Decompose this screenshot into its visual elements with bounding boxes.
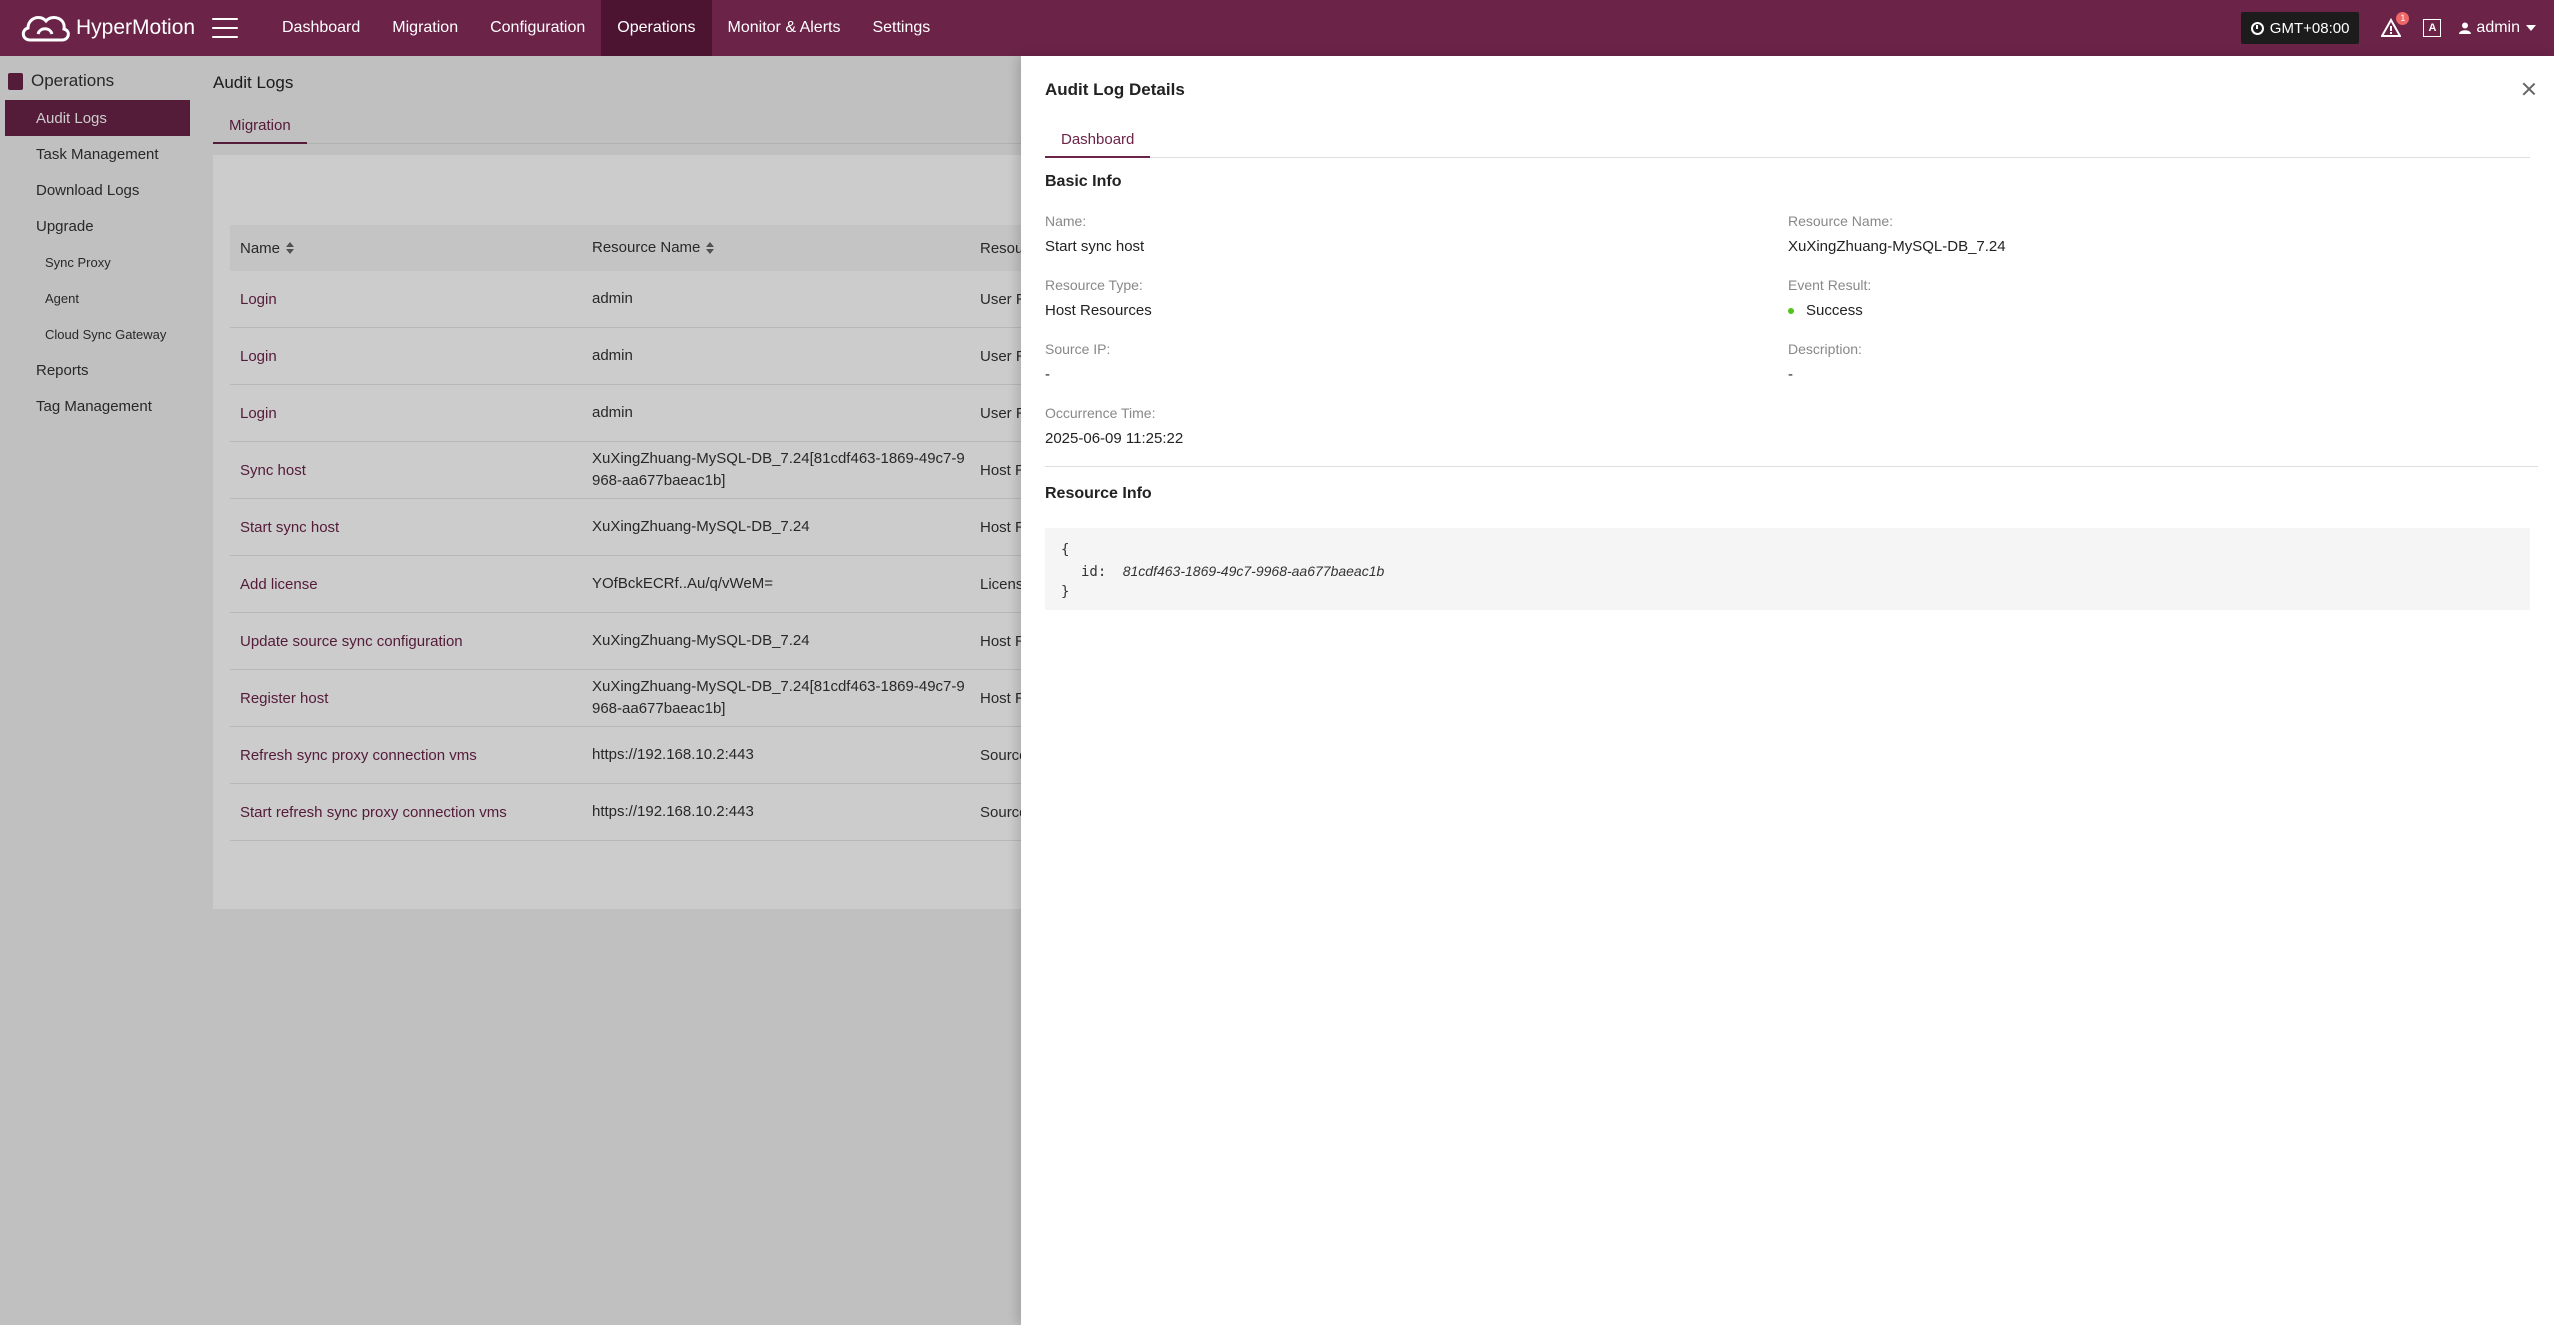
resource-name-value: XuXingZhuang-MySQL-DB_7.24 — [1788, 238, 2006, 255]
chevron-down-icon — [2526, 25, 2536, 31]
event-result-value: Success — [1788, 302, 1863, 319]
success-status-dot — [1788, 307, 1794, 314]
section-divider — [1045, 466, 2538, 467]
alert-bell-icon[interactable]: 1 — [2380, 12, 2410, 38]
timezone-badge[interactable]: GMT+08:00 — [2240, 12, 2360, 44]
alert-count-badge: 1 — [2396, 12, 2410, 25]
logo[interactable]: HyperMotion — [0, 0, 200, 56]
name-label: Name: — [1045, 213, 1087, 229]
json-close-brace: } — [1061, 584, 1070, 600]
cloud-logo-icon — [21, 16, 70, 42]
drawer-tabs: Dashboard — [1045, 122, 2530, 158]
user-icon — [2459, 22, 2472, 34]
resource-info-title: Resource Info — [1045, 485, 1152, 502]
nav-migration[interactable]: Migration — [376, 0, 474, 56]
top-right-tools: GMT+08:00 1 A admin — [2240, 0, 2554, 56]
timezone-label: GMT+08:00 — [2269, 19, 2350, 37]
basic-info-title: Basic Info — [1045, 173, 1122, 190]
app-name: HyperMotion — [76, 16, 196, 39]
json-open-brace: { — [1061, 542, 1070, 558]
event-result-label: Event Result: — [1788, 277, 1872, 293]
json-value: 81cdf463-1869-49c7-9968-aa677baeac1b — [1122, 563, 1385, 579]
nav-monitor-alerts[interactable]: Monitor & Alerts — [712, 0, 857, 56]
nav-settings[interactable]: Settings — [856, 0, 946, 56]
main-nav: Dashboard Migration Configuration Operat… — [266, 0, 946, 56]
event-result-text: Success — [1806, 302, 1863, 319]
audit-log-details-drawer: Audit Log Details Dashboard Basic Info N… — [1021, 56, 2554, 1325]
clock-icon — [2250, 21, 2264, 35]
nav-operations[interactable]: Operations — [601, 0, 712, 56]
resource-name-label: Resource Name: — [1788, 213, 1894, 229]
occurrence-time-value: 2025-06-09 11:25:22 — [1045, 430, 1184, 447]
description-label: Description: — [1788, 341, 1862, 357]
nav-dashboard[interactable]: Dashboard — [266, 0, 376, 56]
drawer-title: Audit Log Details — [1045, 80, 1185, 99]
nav-configuration[interactable]: Configuration — [474, 0, 601, 56]
source-ip-value: - — [1045, 366, 1050, 383]
user-menu[interactable]: admin — [2459, 19, 2536, 37]
resource-json-viewer: { id: 81cdf463-1869-49c7-9968-aa677baeac… — [1045, 528, 2530, 610]
tab-dashboard[interactable]: Dashboard — [1045, 122, 1151, 158]
top-bar: HyperMotion Dashboard Migration Configur… — [0, 0, 2554, 56]
json-entry: id: 81cdf463-1869-49c7-9968-aa677baeac1b — [1061, 561, 2514, 582]
modal-overlay[interactable] — [0, 56, 1021, 1325]
json-key: id: — [1081, 564, 1107, 580]
resource-type-label: Resource Type: — [1045, 277, 1143, 293]
occurrence-time-label: Occurrence Time: — [1045, 405, 1156, 421]
resource-type-value: Host Resources — [1045, 302, 1152, 319]
description-value: - — [1788, 366, 1793, 383]
language-icon[interactable]: A — [2423, 19, 2442, 37]
menu-toggle-icon[interactable] — [212, 18, 238, 38]
source-ip-label: Source IP: — [1045, 341, 1111, 357]
close-icon[interactable] — [2522, 82, 2536, 96]
user-name: admin — [2476, 19, 2520, 36]
name-value: Start sync host — [1045, 238, 1145, 255]
